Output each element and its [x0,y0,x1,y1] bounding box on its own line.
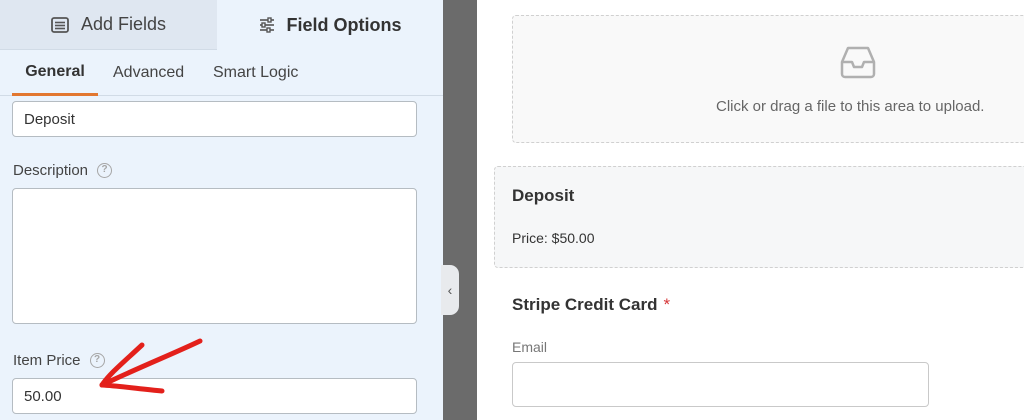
subtab-advanced[interactable]: Advanced [113,50,184,96]
panel-divider [443,0,477,420]
tab-add-fields[interactable]: Add Fields [0,0,217,50]
description-label: Description ? [13,160,113,180]
file-upload-dropzone[interactable] [512,15,1024,143]
list-icon [51,16,69,33]
red-arrow-annotation [99,338,203,394]
field-label-input[interactable]: Deposit [12,101,417,137]
item-price-input[interactable]: 50.00 [12,378,417,414]
subtab-general[interactable]: General [12,50,98,96]
email-label: Email [512,339,548,355]
tab-add-fields-label: Add Fields [80,14,167,34]
email-input[interactable] [512,362,929,407]
tab-field-options-label: Field Options [286,14,402,35]
collapse-panel-button[interactable]: ‹ [441,265,459,315]
chevron-left-icon: ‹ [447,282,453,298]
deposit-field-preview[interactable] [494,166,1024,268]
required-indicator: * [663,295,671,314]
panel-tabs: Add Fields Field Options [0,0,443,50]
description-label-text: Description [13,161,89,179]
deposit-title: Deposit [512,186,575,205]
description-textarea[interactable] [12,188,417,324]
sliders-icon [259,17,274,33]
deposit-price: Price: $50.00 [512,230,595,246]
inbox-icon [840,46,876,79]
item-price-label-text: Item Price [13,351,81,369]
tab-field-options[interactable]: Field Options [217,0,443,50]
upload-instructions: Click or drag a file to this area to upl… [716,98,985,115]
field-options-subtabs: General Advanced Smart Logic [0,50,443,96]
subtab-smart-logic[interactable]: Smart Logic [213,50,298,96]
stripe-credit-card-title: Stripe Credit Card * [512,295,670,315]
help-icon[interactable]: ? [97,162,113,178]
stripe-title-text: Stripe Credit Card [512,295,658,314]
